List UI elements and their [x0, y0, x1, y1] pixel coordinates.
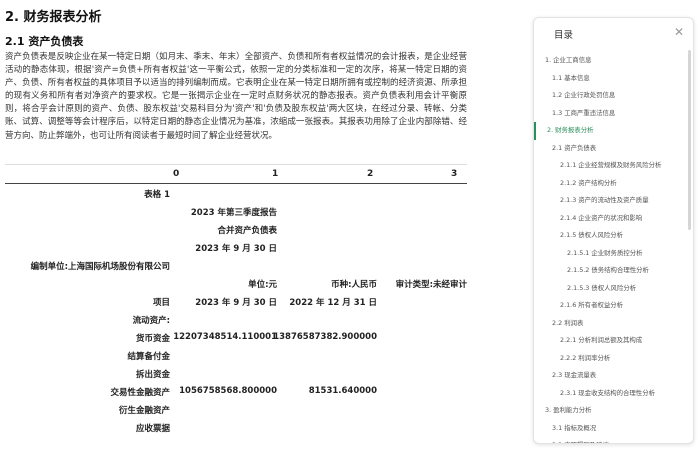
toc-item[interactable]: 1. 企业工商信息 — [534, 52, 684, 70]
description-paragraph: 资产负债表是反映企业在某一特定日期（如月末、季末、年末）全部资产、负债和所有者权… — [5, 52, 467, 141]
header-cell-2: 2 — [367, 169, 374, 179]
toc-title: 目录 — [554, 30, 574, 41]
toc-item[interactable]: 3.2 事项提醒及建议 — [534, 437, 684, 443]
table-cell: 流动资产: — [132, 316, 170, 326]
toc-item[interactable]: 2.1.2 资产结构分析 — [534, 175, 684, 193]
table-row: 项目 2023 年 9 月 30 日 2022 年 12 月 31 日 — [5, 292, 467, 310]
toc-item[interactable]: 2.3 现金流量表 — [534, 367, 684, 385]
toc-item[interactable]: 2.1.3 资产的流动性及资产质量 — [534, 192, 684, 210]
header-cell-1: 1 — [272, 169, 279, 179]
toc-item[interactable]: 2.1.4 企业资产的状况和影响 — [534, 210, 684, 228]
table-cell: 编制单位:上海国际机场股份有限公司 — [30, 262, 170, 272]
toc-item[interactable]: 2.1.5.1 企业财务质控分析 — [534, 245, 684, 263]
document-area: 2. 财务报表分析 2.1 资产负债表 资产负债表是反映企业在某一特定日期（如月… — [0, 0, 524, 450]
table-row: 2023 年 9 月 30 日 — [5, 238, 467, 256]
table-header: 0 1 2 3 — [5, 164, 467, 184]
toc-item[interactable]: 2.2 利润表 — [534, 315, 684, 333]
toc-item[interactable]: 2.2.2 利润率分析 — [534, 350, 684, 368]
table-row: 合并资产负债表 — [5, 220, 467, 238]
table-cell: 表格 1 — [144, 190, 170, 200]
table-row: 拆出资金 — [5, 364, 467, 382]
header-cell-3: 3 — [451, 169, 458, 179]
toc-item[interactable]: 2.1.1 企业经营规模及财务风险分析 — [534, 157, 684, 175]
table-row: 结算备付金 — [5, 346, 467, 364]
table-cell: 衍生金融资产 — [118, 406, 170, 416]
close-icon[interactable]: ✕ — [674, 25, 684, 39]
table-cell: 应收票据 — [135, 424, 170, 434]
toc-item[interactable]: 2.2.1 分析利润总额及其构成 — [534, 332, 684, 350]
toc-item[interactable]: 2.3.1 现金收支结构的合理性分析 — [534, 385, 684, 403]
toc-header: 目录 ✕ — [534, 18, 693, 48]
toc-item[interactable]: 1.3 工商严重违法信息 — [534, 105, 684, 123]
table-cell: 拆出资金 — [135, 370, 170, 380]
table-row: 表格 1 — [5, 184, 467, 202]
table-cell: 合并资产负债表 — [217, 226, 277, 236]
toc-item[interactable]: 2.1.5.2 债务结构合理性分析 — [534, 262, 684, 280]
toc-item[interactable]: 2. 财务报表分析 — [534, 122, 684, 140]
toc-item[interactable]: 2.1.5 债权人风险分析 — [534, 227, 684, 245]
table-row: 交易性金融资产 1056758568.800000 81531.640000 — [5, 382, 467, 400]
subsection-title: 2.1 资产负债表 — [5, 35, 84, 48]
toc-item[interactable]: 2.1.5.3 债权人风险分析 — [534, 280, 684, 298]
toc-scrollbar[interactable] — [688, 50, 691, 230]
toc-item[interactable]: 2.1.6 所有者权益分析 — [534, 297, 684, 315]
toc-list: 1. 企业工商信息 1.1 基本信息 1.2 企业行政处罚信息 1.3 工商严重违法信… — [534, 52, 684, 443]
table-row: 货币资金 12207348514.110001 13876587382.900000 — [5, 328, 467, 346]
table-cell: 2023 年 9 月 30 日 — [195, 298, 277, 308]
table-row: 流动资产: — [5, 310, 467, 328]
table-cell: 2023 年第三季度报告 — [190, 208, 277, 218]
toc-item[interactable]: 1.1 基本信息 — [534, 70, 684, 88]
toc-panel: 目录 ✕ 1. 企业工商信息 1.1 基本信息 1.2 企业行政处罚信息 1.3 工商… — [533, 17, 694, 444]
table-body: 表格 1 2023 年第三季度报告 合并资产负债表 2023 年 9 月 30 日编制… — [5, 184, 467, 436]
toc-item[interactable]: 2.1 资产负债表 — [534, 140, 684, 158]
table-cell: 交易性金融资产 — [110, 388, 170, 398]
header-cell-0: 0 — [173, 169, 180, 179]
table-cell: 审计类型:未经审计 — [395, 280, 467, 290]
table-cell: 货币资金 — [135, 334, 170, 344]
balance-sheet-table: 0 1 2 3 表格 1 2023 年第三季度报告合并资产负债表 2023 年 9 … — [5, 164, 467, 436]
table-row: 2023 年第三季度报告 — [5, 202, 467, 220]
table-cell: 1056758568.800000 — [179, 386, 277, 396]
table-row: 单位:元 币种:人民币 审计类型:未经审计 — [5, 274, 467, 292]
table-cell: 币种:人民币 — [331, 280, 377, 290]
table-row: 编制单位:上海国际机场股份有限公司 — [5, 256, 467, 274]
table-cell: 项目 — [152, 298, 170, 308]
table-cell: 13876587382.900000 — [273, 332, 377, 342]
table-cell: 2023 年 9 月 30 日 — [195, 244, 277, 254]
table-cell: 12207348514.110001 — [173, 332, 277, 342]
table-cell: 81531.640000 — [308, 386, 377, 396]
toc-item[interactable]: 1.2 企业行政处罚信息 — [534, 87, 684, 105]
table-row: 衍生金融资产 — [5, 400, 467, 418]
section-title: 2. 财务报表分析 — [5, 10, 102, 25]
table-cell: 结算备付金 — [127, 352, 170, 362]
table-cell: 单位:元 — [248, 280, 277, 290]
table-row: 应收票据 — [5, 418, 467, 436]
toc-item[interactable]: 3. 盈利能力分析 — [534, 402, 684, 420]
toc-item[interactable]: 3.1 指标及概况 — [534, 420, 684, 438]
table-cell: 2022 年 12 月 31 日 — [289, 298, 377, 308]
